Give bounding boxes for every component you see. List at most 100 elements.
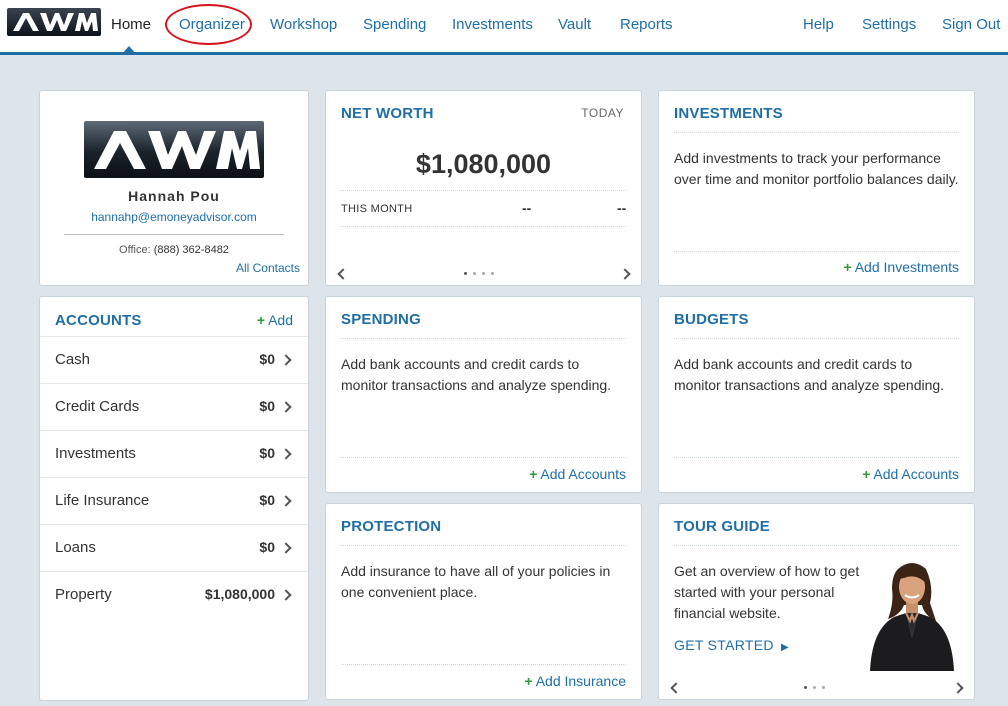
chevron-right-icon (280, 495, 292, 507)
add-accounts-button[interactable]: + Add Accounts (529, 466, 626, 482)
carousel-dot[interactable] (813, 686, 816, 689)
nav-reports[interactable]: Reports (620, 16, 673, 33)
awm-logo[interactable] (7, 8, 101, 36)
nav-investments[interactable]: Investments (452, 16, 533, 33)
add-investments-button[interactable]: + Add Investments (844, 259, 959, 275)
nav-vault[interactable]: Vault (558, 16, 591, 33)
protection-description: Add insurance to have all of your polici… (341, 563, 611, 600)
plus-icon: + (862, 466, 871, 482)
nav-help[interactable]: Help (803, 16, 834, 33)
investments-description: Add investments to track your performanc… (674, 150, 959, 187)
add-accounts-button[interactable]: + Add Accounts (862, 466, 959, 482)
spending-card: SPENDING Add bank accounts and credit ca… (325, 296, 642, 493)
add-insurance-button[interactable]: + Add Insurance (525, 673, 626, 689)
chevron-right-icon[interactable] (619, 268, 631, 280)
budgets-title: BUDGETS (674, 311, 749, 328)
this-month-percent: -- (617, 200, 627, 216)
accounts-title: ACCOUNTS (55, 312, 142, 329)
budgets-card: BUDGETS Add bank accounts and credit car… (658, 296, 975, 493)
account-name: Property (55, 586, 112, 603)
advisor-name: Hannah Pou (128, 188, 220, 204)
account-row-property[interactable]: Property $1,080,000 (40, 571, 308, 618)
chevron-right-icon (280, 542, 292, 554)
net-worth-title: NET WORTH (341, 105, 434, 122)
budgets-description: Add bank accounts and credit cards to mo… (674, 356, 945, 393)
chevron-right-icon (280, 401, 292, 413)
spending-title: SPENDING (341, 311, 421, 328)
nav-home[interactable]: Home (111, 16, 151, 33)
account-value: $0 (259, 351, 275, 367)
protection-card: PROTECTION Add insurance to have all of … (325, 503, 642, 700)
protection-title: PROTECTION (341, 518, 442, 535)
carousel-dot[interactable] (804, 686, 807, 689)
chevron-left-icon[interactable] (670, 682, 682, 694)
tour-guide-title: TOUR GUIDE (674, 518, 770, 535)
net-worth-period: TODAY (581, 106, 624, 120)
office-phone: (888) 362-8482 (153, 244, 229, 256)
this-month-change: -- (522, 200, 532, 216)
account-value: $0 (259, 398, 275, 414)
this-month-label: THIS MONTH (341, 203, 413, 215)
account-name: Credit Cards (55, 398, 140, 415)
nav-settings[interactable]: Settings (862, 16, 916, 33)
carousel-dot[interactable] (822, 686, 825, 689)
divider (341, 545, 626, 546)
chevron-right-icon (280, 589, 292, 601)
chevron-right-icon[interactable] (952, 682, 964, 694)
add-insurance-label: Add Insurance (535, 673, 626, 689)
carousel-dots (464, 272, 494, 275)
account-row-cash[interactable]: Cash $0 (40, 336, 308, 383)
divider (674, 251, 959, 252)
tour-guide-presenter-image (864, 559, 960, 671)
get-started-link[interactable]: GET STARTED ▶ (674, 637, 789, 653)
plus-icon: + (256, 312, 266, 328)
carousel-dot[interactable] (482, 272, 485, 275)
divider (341, 226, 626, 227)
nav-workshop[interactable]: Workshop (270, 16, 337, 33)
advisor-profile-card: Hannah Pou hannahp@emoneyadvisor.com Off… (39, 90, 309, 286)
top-navigation-bar: Home Organizer Workshop Spending Investm… (0, 0, 1008, 55)
account-row-life-insurance[interactable]: Life Insurance $0 (40, 477, 308, 524)
net-worth-card: NET WORTH TODAY $1,080,000 THIS MONTH --… (325, 90, 642, 286)
nav-organizer[interactable]: Organizer (179, 16, 245, 33)
account-value: $0 (259, 539, 275, 555)
active-tab-indicator (121, 46, 137, 55)
investments-card: INVESTMENTS Add investments to track you… (658, 90, 975, 286)
divider (341, 457, 626, 458)
all-contacts-link[interactable]: All Contacts (236, 261, 300, 275)
account-name: Investments (55, 445, 136, 462)
divider (674, 545, 959, 546)
nav-spending[interactable]: Spending (363, 16, 426, 33)
advisor-office-phone: Office: (888) 362-8482 (40, 244, 308, 256)
chevron-right-icon (280, 448, 292, 460)
account-value: $0 (259, 445, 275, 461)
account-row-loans[interactable]: Loans $0 (40, 524, 308, 571)
add-accounts-label: Add Accounts (873, 466, 959, 482)
add-account-button[interactable]: + Add (257, 312, 293, 328)
carousel-dot[interactable] (491, 272, 494, 275)
account-name: Life Insurance (55, 492, 150, 509)
net-worth-amount: $1,080,000 (415, 149, 552, 179)
chevron-left-icon[interactable] (337, 268, 349, 280)
investments-title: INVESTMENTS (674, 105, 783, 122)
advisor-logo (84, 121, 264, 178)
account-name: Cash (55, 351, 91, 368)
get-started-label: GET STARTED (674, 637, 774, 653)
account-name: Loans (55, 539, 96, 556)
plus-icon: + (529, 466, 538, 482)
carousel-dot[interactable] (464, 272, 467, 275)
office-label: Office: (119, 244, 151, 256)
divider (64, 234, 284, 235)
advisor-email-link[interactable]: hannahp@emoneyadvisor.com (40, 210, 308, 224)
account-value: $0 (259, 492, 275, 508)
account-row-investments[interactable]: Investments $0 (40, 430, 308, 477)
add-account-label: Add (268, 312, 293, 328)
divider (674, 457, 959, 458)
nav-sign-out[interactable]: Sign Out (942, 16, 1000, 33)
carousel-dot[interactable] (473, 272, 476, 275)
add-accounts-label: Add Accounts (540, 466, 626, 482)
account-row-credit-cards[interactable]: Credit Cards $0 (40, 383, 308, 430)
chevron-right-icon (280, 354, 292, 366)
divider (674, 338, 959, 339)
tour-guide-description: Get an overview of how to get started wi… (674, 563, 860, 621)
